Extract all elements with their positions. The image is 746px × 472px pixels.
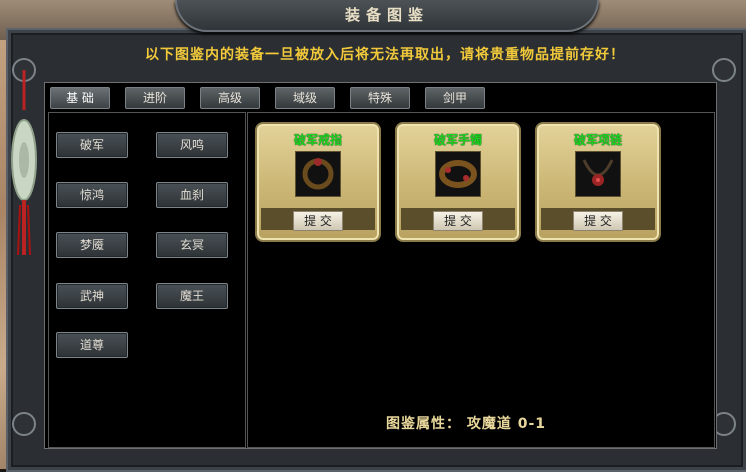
tab-sword-armor[interactable]: 剑甲 <box>425 87 485 109</box>
submit-button[interactable]: 提 交 <box>433 211 483 231</box>
corner-ornament-icon <box>12 412 36 436</box>
item-name: 破军项链 <box>573 133 622 147</box>
item-card-necklace: 破军项链 提 交 <box>535 122 661 242</box>
tab-advanced[interactable]: 进阶 <box>125 87 185 109</box>
item-card-bracelet: 破军手镯 提 交 <box>395 122 521 242</box>
submit-button[interactable]: 提 交 <box>293 211 343 231</box>
title-plate: 装备图鉴 <box>175 0 599 32</box>
category-mengyan-button[interactable]: 梦魇 <box>56 232 128 258</box>
item-slot[interactable] <box>575 151 621 197</box>
window-title: 装备图鉴 <box>344 6 429 24</box>
category-wushen-button[interactable]: 武神 <box>56 283 128 309</box>
category-fengming-button[interactable]: 风鸣 <box>156 132 228 158</box>
category-panel <box>48 112 246 448</box>
bracelet-icon <box>439 160 477 188</box>
submit-button[interactable]: 提 交 <box>573 211 623 231</box>
collection-attribute: 图鉴属性： 攻魔道 0-1 <box>386 416 547 432</box>
tab-domain[interactable]: 域级 <box>275 87 335 109</box>
item-slot[interactable] <box>435 151 481 197</box>
category-jinghong-button[interactable]: 惊鸿 <box>56 182 128 208</box>
jade-pendant-icon <box>11 70 37 256</box>
tab-high[interactable]: 高级 <box>200 87 260 109</box>
ring-icon <box>302 158 334 190</box>
tab-basic[interactable]: 基 础 <box>50 87 110 109</box>
item-card-ring: 破军戒指 提 交 <box>255 122 381 242</box>
tab-special[interactable]: 特殊 <box>350 87 410 109</box>
item-slot[interactable] <box>295 151 341 197</box>
category-pojun-button[interactable]: 破军 <box>56 132 128 158</box>
item-name: 破军手镯 <box>433 133 482 147</box>
category-daozun-button[interactable]: 道尊 <box>56 332 128 358</box>
category-xuesha-button[interactable]: 血刹 <box>156 182 228 208</box>
item-name: 破军戒指 <box>293 133 342 147</box>
category-mowang-button[interactable]: 魔王 <box>156 283 228 309</box>
warning-notice: 以下图鉴内的装备一旦被放入后将无法再取出，请将贵重物品提前存好！ <box>145 47 625 63</box>
necklace-icon <box>582 159 614 186</box>
category-xuanming-button[interactable]: 玄冥 <box>156 232 228 258</box>
